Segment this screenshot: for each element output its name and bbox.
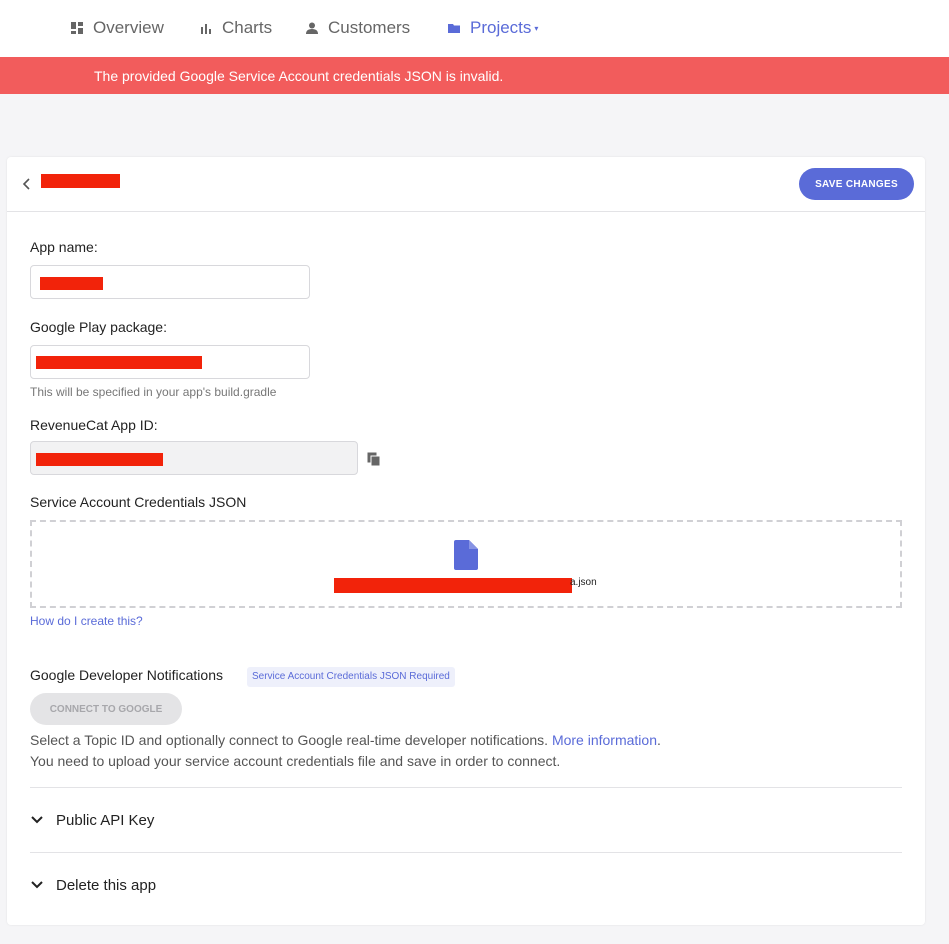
desc-period: . [656, 732, 661, 748]
redacted-app-title [41, 174, 120, 188]
notifications-description: Select a Topic ID and optionally connect… [30, 732, 661, 748]
error-banner: The provided Google Service Account cred… [0, 57, 949, 94]
nav-label: Customers [328, 18, 411, 37]
nav-item-projects[interactable]: Projects ▾ [448, 17, 538, 39]
credentials-dropzone[interactable]: a.json [30, 520, 902, 608]
nav-label: Projects [470, 18, 532, 37]
more-information-link[interactable]: More information [552, 732, 657, 748]
nav-label: Charts [222, 18, 273, 37]
copy-icon[interactable] [367, 452, 381, 467]
app-id-field [30, 441, 358, 475]
divider [30, 787, 902, 788]
chevron-down-icon [31, 816, 43, 824]
bar-chart-icon [201, 24, 211, 34]
back-arrow-icon[interactable] [21, 177, 33, 191]
file-name-suffix: a.json [570, 577, 597, 588]
notifications-title: Google Developer Notifications [30, 667, 223, 683]
package-input[interactable] [30, 345, 310, 379]
redacted-value [36, 356, 202, 369]
nav-label: Overview [93, 18, 164, 37]
connect-to-google-button[interactable]: CONNECT TO GOOGLE [30, 693, 182, 725]
how-to-create-link[interactable]: How do I create this? [30, 614, 143, 628]
error-message: The provided Google Service Account cred… [94, 68, 504, 84]
redacted-value [40, 277, 103, 290]
section-label: Delete this app [56, 876, 157, 894]
desc-text: Select a Topic ID and optionally connect… [30, 732, 549, 748]
app-name-label: App name: [30, 239, 98, 255]
nav-item-overview[interactable]: Overview [71, 17, 164, 39]
dashboard-icon [71, 22, 83, 34]
app-settings-card: SAVE CHANGES App name: Google Play packa… [7, 157, 925, 925]
file-icon [454, 540, 478, 570]
package-hint: This will be specified in your app's bui… [30, 385, 277, 399]
chevron-down-icon: ▾ [534, 23, 539, 33]
required-badge: Service Account Credentials JSON Require… [247, 667, 455, 687]
person-icon [306, 22, 318, 34]
redacted-file-name [334, 578, 572, 593]
nav-item-customers[interactable]: Customers [306, 17, 410, 39]
divider [30, 852, 902, 853]
package-label: Google Play package: [30, 319, 167, 335]
app-id-label: RevenueCat App ID: [30, 417, 158, 433]
save-changes-button[interactable]: SAVE CHANGES [799, 168, 914, 200]
section-label: Public API Key [56, 811, 155, 829]
public-api-key-toggle[interactable]: Public API Key [30, 808, 154, 832]
delete-app-toggle[interactable]: Delete this app [30, 873, 156, 897]
card-header: SAVE CHANGES [7, 157, 925, 212]
notifications-note: You need to upload your service account … [30, 753, 561, 769]
credentials-label: Service Account Credentials JSON [30, 494, 247, 510]
folder-icon [448, 24, 460, 33]
redacted-value [36, 453, 163, 466]
app-name-input[interactable] [30, 265, 310, 299]
nav-item-charts[interactable]: Charts [200, 17, 272, 39]
chevron-down-icon [31, 881, 43, 889]
top-nav: Overview Charts Customers Projects ▾ [0, 0, 949, 57]
